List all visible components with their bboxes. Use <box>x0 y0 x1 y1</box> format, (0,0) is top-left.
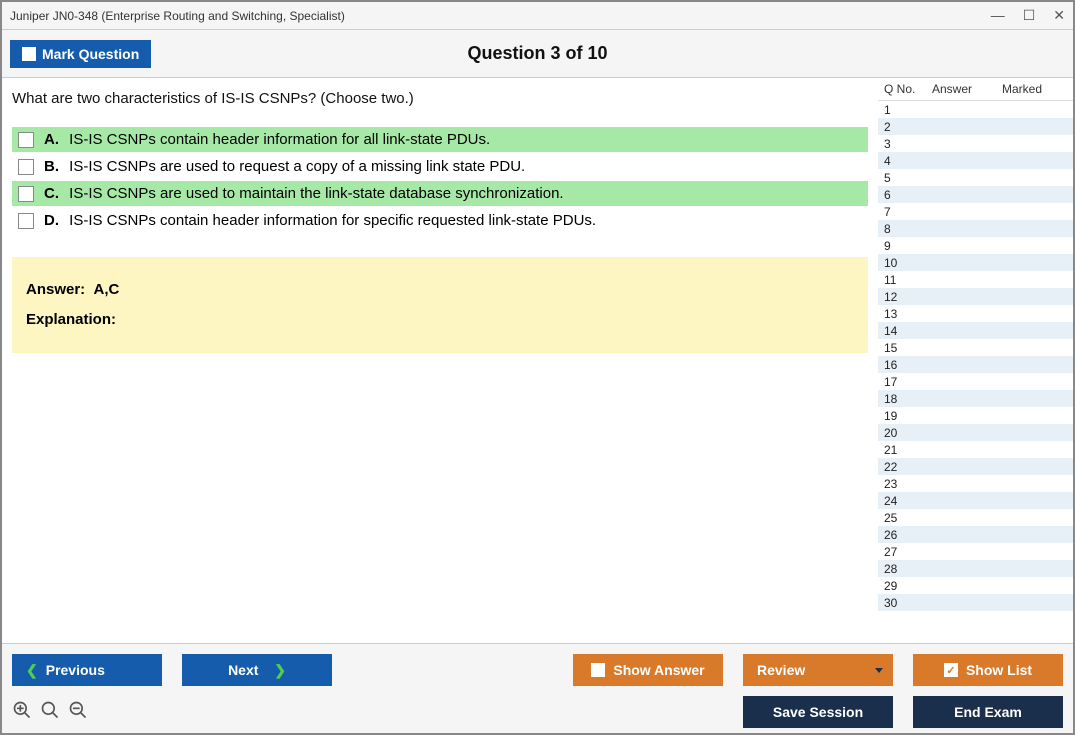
question-list-row[interactable]: 19 <box>878 407 1073 424</box>
question-list-row[interactable]: 22 <box>878 458 1073 475</box>
question-list-row[interactable]: 12 <box>878 288 1073 305</box>
option-text: C. IS-IS CSNPs are used to maintain the … <box>44 185 564 202</box>
show-list-button[interactable]: ✓ Show List <box>913 654 1063 686</box>
zoom-reset-icon[interactable] <box>40 700 60 725</box>
question-list-row[interactable]: 15 <box>878 339 1073 356</box>
question-list-row[interactable]: 7 <box>878 203 1073 220</box>
end-exam-button[interactable]: End Exam <box>913 696 1063 728</box>
chevron-left-icon: ❮ <box>26 662 38 679</box>
question-list-row[interactable]: 4 <box>878 152 1073 169</box>
question-list-row[interactable]: 13 <box>878 305 1073 322</box>
options-list: A. IS-IS CSNPs contain header informatio… <box>12 127 868 233</box>
question-list-row[interactable]: 23 <box>878 475 1073 492</box>
question-list-row[interactable]: 16 <box>878 356 1073 373</box>
option-text: A. IS-IS CSNPs contain header informatio… <box>44 131 490 148</box>
question-list-row[interactable]: 8 <box>878 220 1073 237</box>
question-list-row[interactable]: 28 <box>878 560 1073 577</box>
footer-row-2: Save Session End Exam <box>12 696 1063 728</box>
question-list-row[interactable]: 3 <box>878 135 1073 152</box>
show-answer-label: Show Answer <box>613 662 704 678</box>
show-list-label: Show List <box>966 662 1032 678</box>
mark-question-button[interactable]: Mark Question <box>10 40 151 68</box>
save-session-button[interactable]: Save Session <box>743 696 893 728</box>
show-answer-checkbox-icon <box>591 663 605 677</box>
save-session-label: Save Session <box>773 704 863 720</box>
question-list-row[interactable]: 11 <box>878 271 1073 288</box>
zoom-out-icon[interactable] <box>68 700 88 725</box>
option-text: B. IS-IS CSNPs are used to request a cop… <box>44 158 525 175</box>
next-label: Next <box>228 662 258 678</box>
maximize-icon[interactable]: ☐ <box>1023 7 1036 24</box>
option-A[interactable]: A. IS-IS CSNPs contain header informatio… <box>12 127 868 152</box>
mark-checkbox-icon <box>22 47 36 61</box>
zoom-controls <box>12 700 88 725</box>
footer: ❮ Previous Next ❯ Show Answer Review ✓ S… <box>2 643 1073 733</box>
window-controls: — ☐ ✕ <box>991 7 1065 24</box>
window-title: Juniper JN0-348 (Enterprise Routing and … <box>10 9 991 23</box>
question-list-row[interactable]: 27 <box>878 543 1073 560</box>
question-list-row[interactable]: 18 <box>878 390 1073 407</box>
chevron-right-icon: ❯ <box>266 662 286 679</box>
option-checkbox[interactable] <box>18 213 34 229</box>
question-list-row[interactable]: 5 <box>878 169 1073 186</box>
question-list-row[interactable]: 29 <box>878 577 1073 594</box>
question-list[interactable]: 1234567891011121314151617181920212223242… <box>878 101 1073 643</box>
question-list-row[interactable]: 20 <box>878 424 1073 441</box>
question-list-row[interactable]: 26 <box>878 526 1073 543</box>
question-text: What are two characteristics of IS-IS CS… <box>12 90 868 107</box>
close-icon[interactable]: ✕ <box>1053 7 1065 24</box>
option-D[interactable]: D. IS-IS CSNPs contain header informatio… <box>12 208 868 233</box>
option-C[interactable]: C. IS-IS CSNPs are used to maintain the … <box>12 181 868 206</box>
question-list-row[interactable]: 24 <box>878 492 1073 509</box>
minimize-icon[interactable]: — <box>991 7 1005 24</box>
question-counter: Question 3 of 10 <box>467 43 607 64</box>
col-answer: Answer <box>932 82 1002 96</box>
question-list-row[interactable]: 17 <box>878 373 1073 390</box>
question-list-row[interactable]: 9 <box>878 237 1073 254</box>
question-list-row[interactable]: 21 <box>878 441 1073 458</box>
question-list-row[interactable]: 6 <box>878 186 1073 203</box>
previous-button[interactable]: ❮ Previous <box>12 654 162 686</box>
header-bar: Mark Question Question 3 of 10 <box>2 30 1073 78</box>
option-B[interactable]: B. IS-IS CSNPs are used to request a cop… <box>12 154 868 179</box>
end-exam-label: End Exam <box>954 704 1022 720</box>
question-list-row[interactable]: 1 <box>878 101 1073 118</box>
title-bar: Juniper JN0-348 (Enterprise Routing and … <box>2 2 1073 30</box>
explanation-label: Explanation: <box>26 311 116 328</box>
question-list-header: Q No. Answer Marked <box>878 78 1073 101</box>
body: What are two characteristics of IS-IS CS… <box>2 78 1073 643</box>
answer-label: Answer: <box>26 281 85 298</box>
show-answer-button[interactable]: Show Answer <box>573 654 723 686</box>
option-checkbox[interactable] <box>18 159 34 175</box>
review-label: Review <box>757 662 805 678</box>
col-marked: Marked <box>1002 82 1067 96</box>
question-list-row[interactable]: 2 <box>878 118 1073 135</box>
option-text: D. IS-IS CSNPs contain header informatio… <box>44 212 596 229</box>
question-list-panel: Q No. Answer Marked 12345678910111213141… <box>878 78 1073 643</box>
next-button[interactable]: Next ❯ <box>182 654 332 686</box>
question-list-row[interactable]: 25 <box>878 509 1073 526</box>
dropdown-arrow-icon <box>875 668 883 673</box>
answer-panel: Answer: A,C Explanation: <box>12 257 868 353</box>
question-list-row[interactable]: 10 <box>878 254 1073 271</box>
zoom-in-icon[interactable] <box>12 700 32 725</box>
option-checkbox[interactable] <box>18 186 34 202</box>
col-qno: Q No. <box>884 82 932 96</box>
question-list-row[interactable]: 14 <box>878 322 1073 339</box>
review-button[interactable]: Review <box>743 654 893 686</box>
main-column: What are two characteristics of IS-IS CS… <box>2 78 878 643</box>
previous-label: Previous <box>46 662 105 678</box>
mark-question-label: Mark Question <box>42 46 139 62</box>
footer-row-1: ❮ Previous Next ❯ Show Answer Review ✓ S… <box>12 654 1063 686</box>
show-list-check-icon: ✓ <box>944 663 958 677</box>
option-checkbox[interactable] <box>18 132 34 148</box>
question-list-row[interactable]: 30 <box>878 594 1073 611</box>
